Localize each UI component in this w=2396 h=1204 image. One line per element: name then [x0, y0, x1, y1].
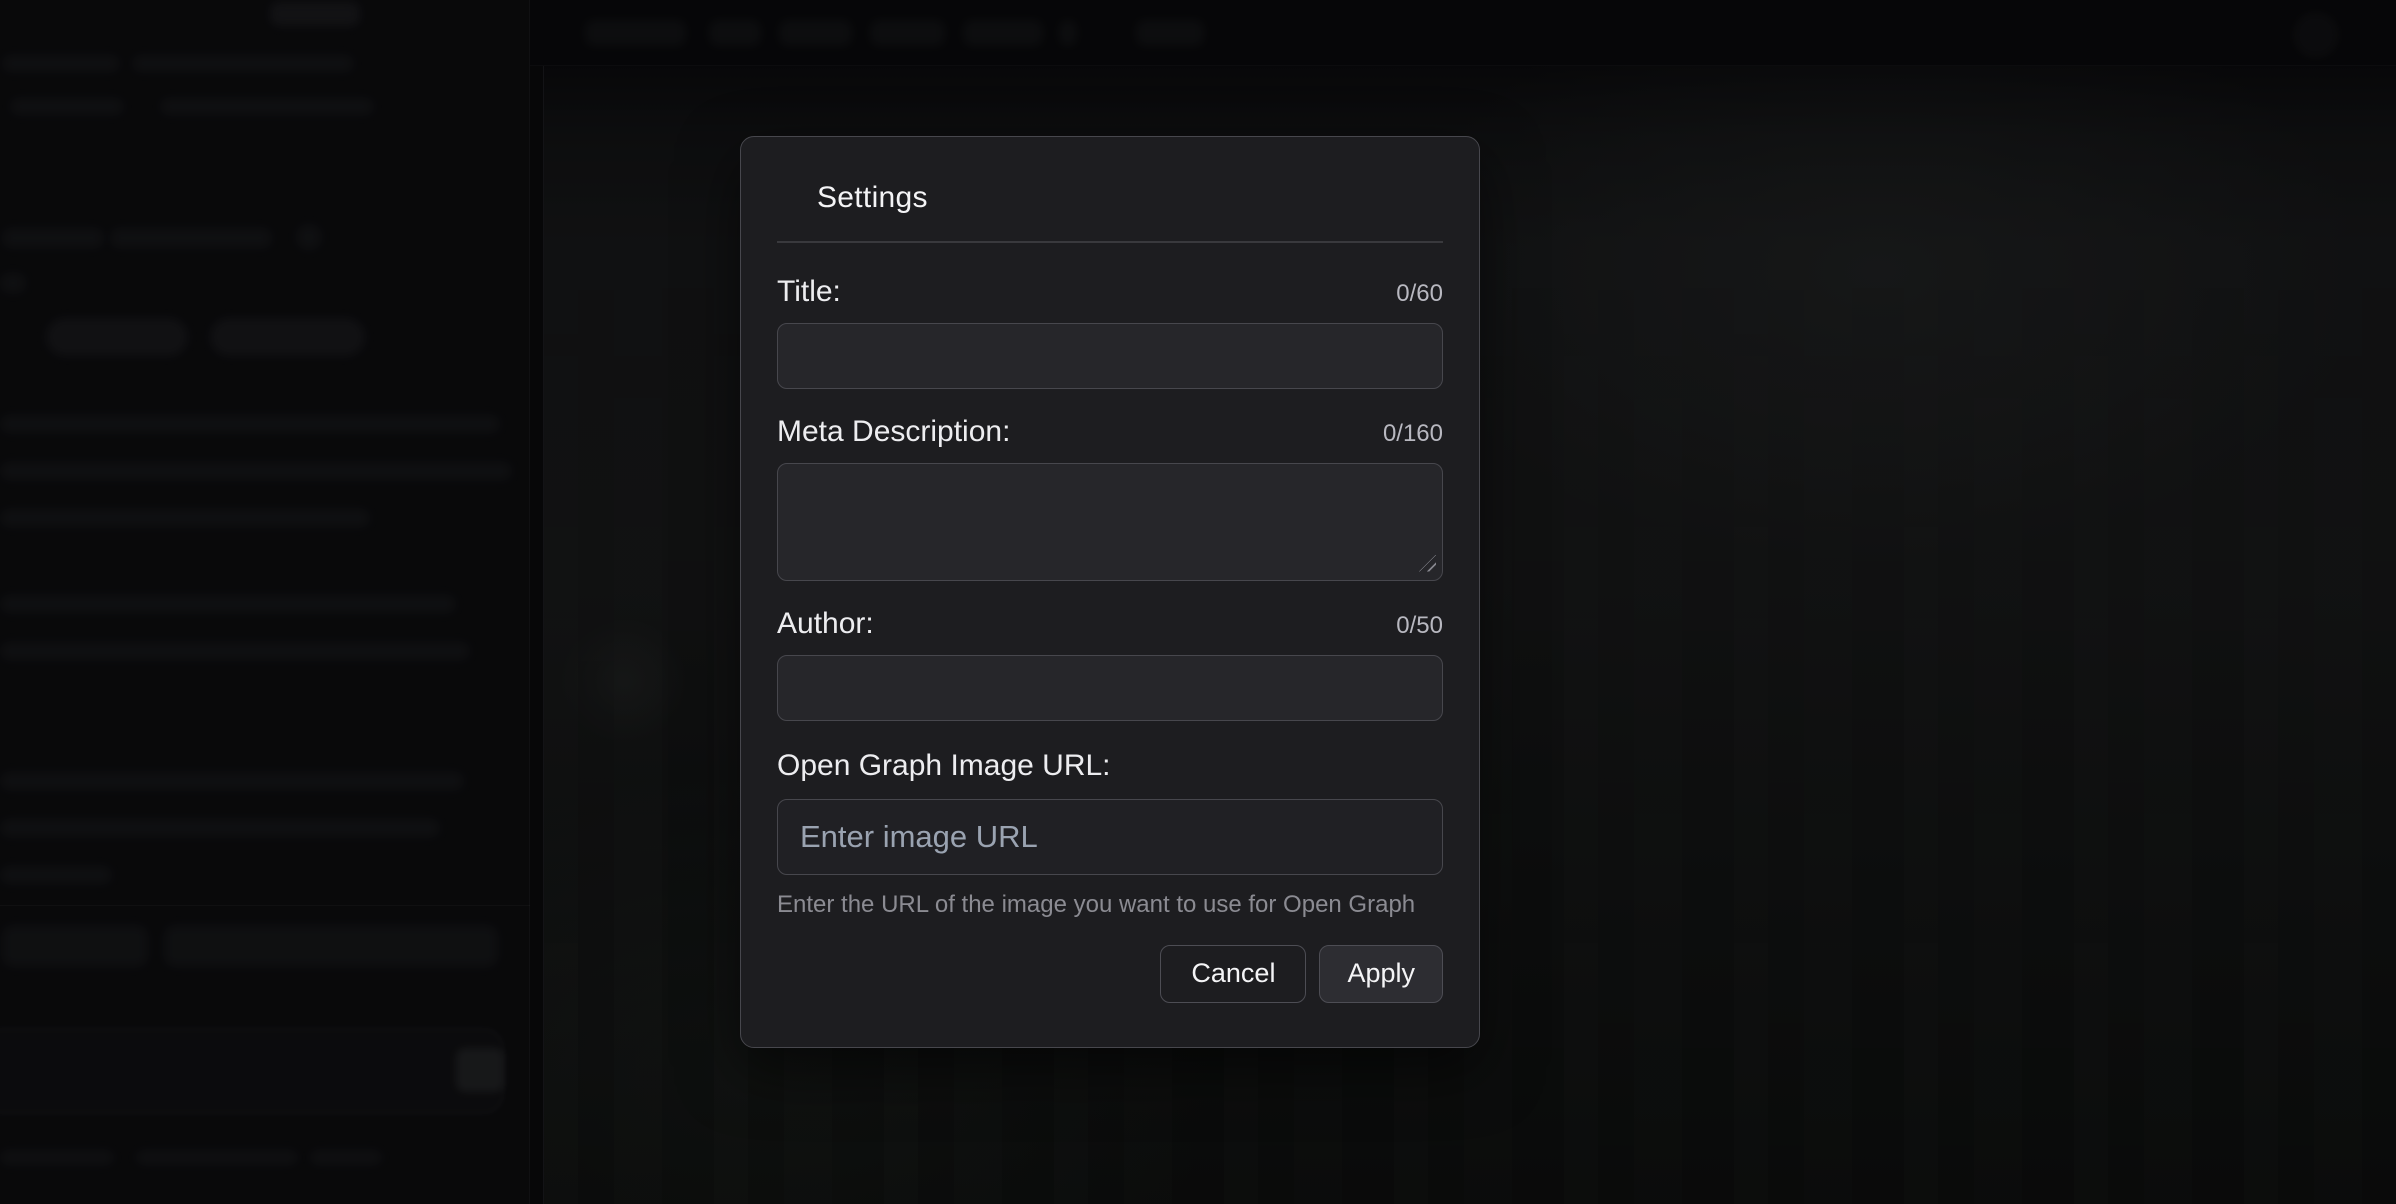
meta-description-textarea[interactable]	[777, 463, 1443, 581]
title-label: Title:	[777, 275, 841, 309]
og-image-field-group: Open Graph Image URL: Enter the URL of t…	[777, 749, 1443, 919]
og-image-url-label: Open Graph Image URL:	[777, 749, 1111, 783]
meta-description-label: Meta Description:	[777, 415, 1010, 449]
dialog-title: Settings	[777, 181, 1443, 215]
author-char-counter: 0/50	[1396, 612, 1443, 640]
title-field-group: Title: 0/60	[777, 275, 1443, 389]
settings-dialog: Settings Title: 0/60 Meta Description: 0…	[740, 136, 1480, 1048]
title-char-counter: 0/60	[1396, 280, 1443, 308]
author-label: Author:	[777, 607, 874, 641]
dialog-divider	[777, 241, 1443, 243]
cancel-button[interactable]: Cancel	[1160, 945, 1306, 1003]
meta-description-char-counter: 0/160	[1383, 420, 1443, 448]
meta-description-field-group: Meta Description: 0/160	[777, 415, 1443, 581]
author-field-group: Author: 0/50	[777, 607, 1443, 721]
og-image-url-input[interactable]	[777, 799, 1443, 875]
author-input[interactable]	[777, 655, 1443, 721]
apply-button[interactable]: Apply	[1319, 945, 1443, 1003]
dialog-actions: Cancel Apply	[777, 945, 1443, 1003]
title-input[interactable]	[777, 323, 1443, 389]
og-image-helper-text: Enter the URL of the image you want to u…	[777, 891, 1443, 919]
